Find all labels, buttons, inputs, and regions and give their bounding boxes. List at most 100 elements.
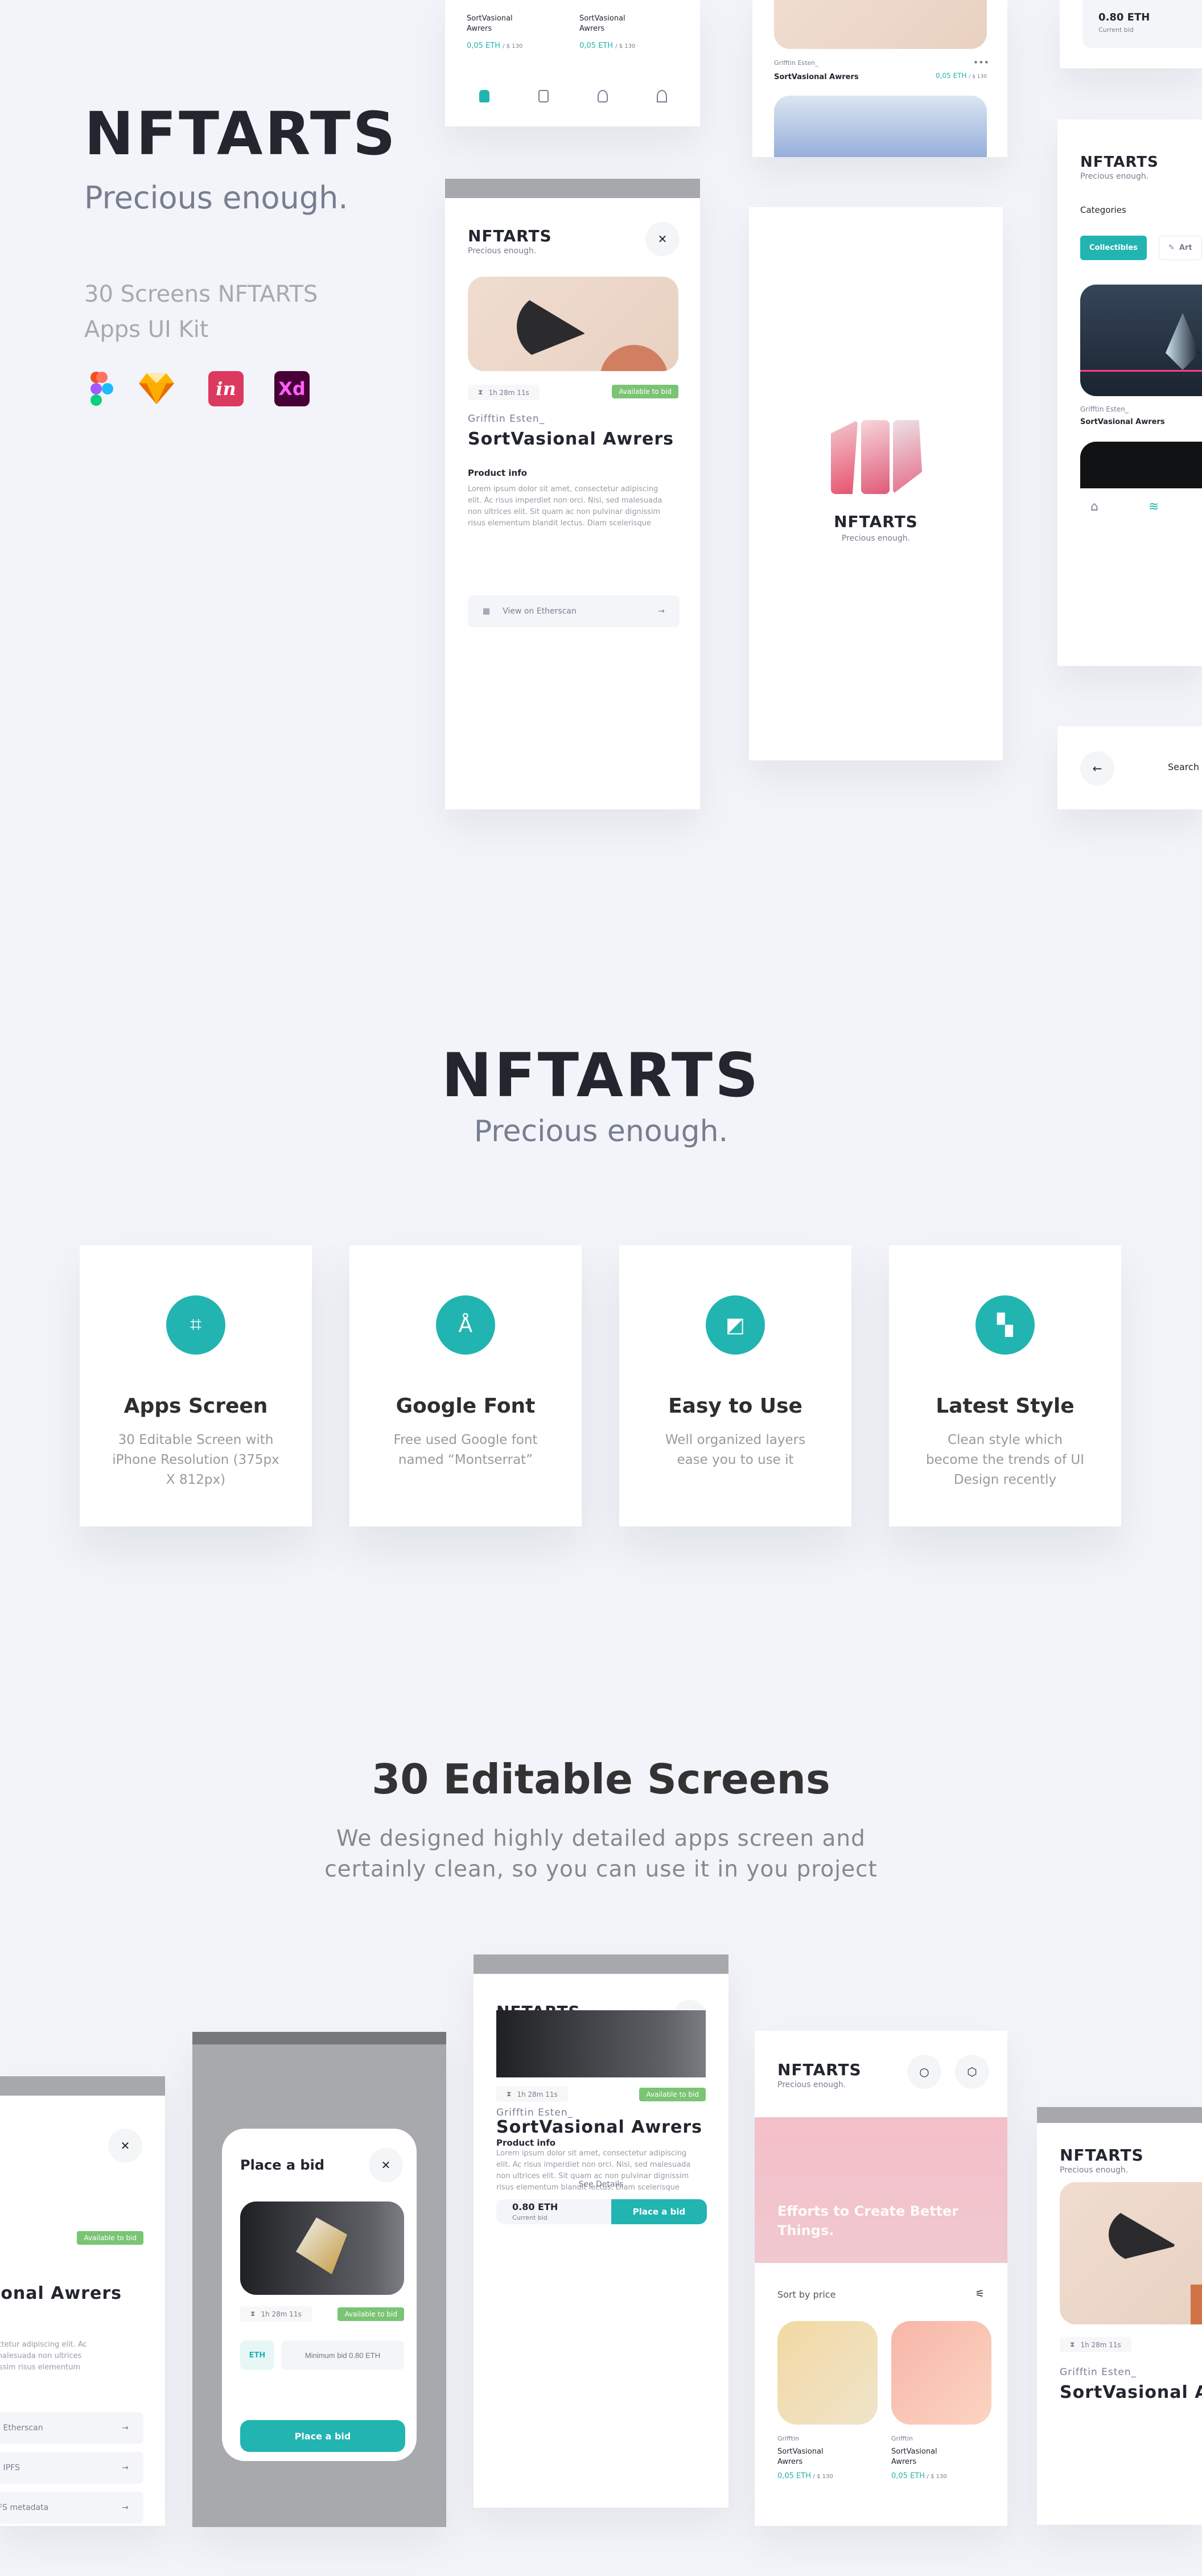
home-icon[interactable]: ⌂ — [1090, 500, 1098, 514]
close-button[interactable]: ✕ — [645, 222, 680, 256]
status-bar — [474, 1954, 728, 1974]
splash-tagline: Precious enough. — [841, 534, 911, 543]
current-bid-value: 0.80 ETH — [512, 2201, 558, 2212]
feature-card: Å Google Font Free used Google font name… — [349, 1245, 582, 1526]
price-eth: 0,05 ETH — [936, 72, 967, 80]
etherscan-link[interactable]: ▦ View on Etherscan → — [468, 595, 680, 627]
timer-value: 1h 28m 11s — [1080, 2340, 1121, 2349]
creator-name: Grifftin Esten_ — [774, 59, 818, 67]
hourglass-icon: ⧗ — [250, 2310, 256, 2318]
current-bid-box: 0.80 ETH Current bid — [1082, 0, 1202, 48]
current-bid-label: Current bid — [512, 2214, 548, 2221]
etherscan-link[interactable]: View on Etherscan → — [0, 2412, 143, 2444]
link-label: View on Etherscan — [503, 607, 577, 616]
place-bid-button[interactable]: Place a bid — [611, 2199, 707, 2224]
app-logo: NFTARTS — [1060, 2146, 1144, 2165]
list-item[interactable]: SortVasional Awrers 0,05 ETH / $ 130 — [579, 14, 635, 52]
feature-card: ◩ Easy to Use Well organized layers ease… — [619, 1245, 851, 1526]
profile-icon[interactable] — [657, 90, 667, 102]
kit-line-2: Apps UI Kit — [84, 316, 209, 343]
phone-product-detail-bid: NFTARTS Precious enough. ✕ ⧗1h 28m 11s A… — [474, 1954, 728, 2508]
phone-search: ← Search — [1057, 726, 1202, 809]
filter-icon[interactable]: ⚟ — [975, 2288, 985, 2300]
hero-tagline: Precious enough. — [84, 180, 348, 216]
hero-banner[interactable]: Efforts to Create Better Things. — [755, 2117, 1007, 2263]
item-title-1: SortVasional — [777, 2447, 824, 2456]
product-info-heading: Product info — [496, 2138, 556, 2148]
item-title: SortVasional Awrers — [891, 2447, 988, 2467]
list-item[interactable]: Grifftin SortVasional Awrers 0,05 ETH / $… — [777, 2435, 874, 2480]
creator-name: Grifftin — [777, 2435, 800, 2442]
product-description: Lorem ipsum dolor sit amet, consectetur … — [0, 2340, 87, 2372]
artwork-image[interactable] — [777, 2321, 878, 2425]
bid-bar: 0.80 ETH Current bid Place a bid — [496, 2199, 707, 2224]
price-usd: / $ 130 — [615, 43, 636, 50]
ipfs-link[interactable]: View on IPFS → — [0, 2452, 143, 2484]
screens-subtitle: We designed highly detailed apps screen … — [0, 1824, 1202, 1885]
category-art[interactable]: ✎ Art — [1159, 236, 1202, 260]
price-usd: / $ 130 — [969, 74, 987, 80]
award-icon[interactable] — [598, 90, 608, 102]
screens-title: 30 Editable Screens — [372, 1755, 830, 1803]
product-info-heading: Product info — [468, 468, 528, 478]
close-button[interactable]: ✕ — [369, 2148, 403, 2182]
kit-line-1: 30 Screens NFTARTS — [84, 281, 318, 307]
app-tagline: Precious enough. — [468, 246, 537, 256]
item-title: SortVasional Awrers — [774, 73, 859, 81]
bid-amount-input[interactable] — [281, 2340, 404, 2370]
settings-button[interactable]: ⬡ — [955, 2055, 989, 2089]
creator-name: Grifftin Esten_ — [468, 413, 545, 425]
price-eth: 0,05 ETH — [579, 42, 614, 50]
product-title: SortVasional Awrers — [0, 2283, 122, 2303]
phone-place-bid: Place a bid ✕ ⧗ 1h 28m 11s Available to b… — [192, 2032, 446, 2527]
phone-feed-fragment: Grifftin Esten_ ••• SortVasional Awrers … — [752, 0, 1007, 157]
product-description: Lorem ipsum dolor sit amet, consectetur … — [468, 485, 662, 528]
see-details-link[interactable]: See Details — [474, 2180, 728, 2189]
artwork-image[interactable] — [1080, 285, 1202, 396]
feature-card: ▚ Latest Style Clean style which become … — [889, 1245, 1121, 1526]
ipfs-metadata-link[interactable]: View IPFS metadata → — [0, 2492, 143, 2524]
app-tagline: Precious enough. — [1060, 2166, 1129, 2175]
item-title: SortVasional Awrers — [777, 2447, 874, 2467]
phone-splash: NFTARTS Precious enough. — [749, 207, 1003, 760]
close-button[interactable]: ✕ — [108, 2129, 142, 2163]
phone-bid-fragment: 0.80 ETH Current bid — [1060, 0, 1202, 68]
list-item[interactable]: Grifftin SortVasional Awrers 0,05 ETH / $… — [891, 2435, 988, 2480]
search-button[interactable]: ○ — [907, 2055, 941, 2089]
item-title-1: SortVasional — [891, 2447, 937, 2456]
item-title-2: Awrers — [891, 2458, 917, 2466]
arrow-right-icon: → — [122, 2503, 129, 2512]
list-item[interactable]: SortVasional Awrers 0,05 ETH / $ 130 — [467, 14, 522, 52]
layers-icon[interactable] — [538, 90, 549, 102]
link-label: View on Etherscan — [0, 2423, 43, 2433]
item-title-2: Awrers — [777, 2458, 803, 2466]
layers-icon[interactable]: ≋ — [1149, 500, 1159, 514]
price-eth: 0,05 ETH — [891, 2472, 925, 2480]
search-icon: ○ — [919, 2065, 929, 2079]
artwork-image[interactable] — [774, 0, 987, 49]
hero-kit-description: 30 Screens NFTARTS Apps UI Kit — [84, 277, 369, 347]
art-shape — [517, 293, 585, 361]
item-title-2: Awrers — [467, 24, 492, 33]
currency-selector[interactable]: ETH — [240, 2340, 274, 2370]
artwork-image[interactable] — [774, 96, 987, 157]
artwork-image[interactable] — [240, 2201, 404, 2295]
phone-categories: NFTARTS Precious enough. Categories Coll… — [1057, 120, 1202, 666]
item-price: 0,05 ETH / $ 130 — [936, 72, 987, 80]
category-collectibles[interactable]: Collectibles — [1080, 236, 1147, 260]
back-button[interactable]: ← — [1080, 751, 1114, 785]
more-icon[interactable]: ••• — [973, 57, 989, 68]
artwork-image[interactable] — [496, 2010, 706, 2077]
status-badge: Available to bid — [612, 385, 678, 398]
artwork-image[interactable] — [1060, 2182, 1202, 2324]
home-icon[interactable] — [479, 90, 489, 102]
artwork-image[interactable] — [1080, 442, 1202, 488]
creator-name: Grifftin Esten_ — [496, 2107, 574, 2118]
artwork-image[interactable] — [468, 277, 678, 371]
place-bid-button[interactable]: Place a bid — [240, 2420, 405, 2452]
feature-title: Easy to Use — [668, 1394, 802, 1418]
product-title: SortVasional Awrers — [468, 429, 674, 449]
artwork-image[interactable] — [891, 2321, 991, 2425]
hourglass-icon: ⧗ — [478, 388, 483, 396]
product-title: SortVasional Awrers — [496, 2117, 702, 2137]
